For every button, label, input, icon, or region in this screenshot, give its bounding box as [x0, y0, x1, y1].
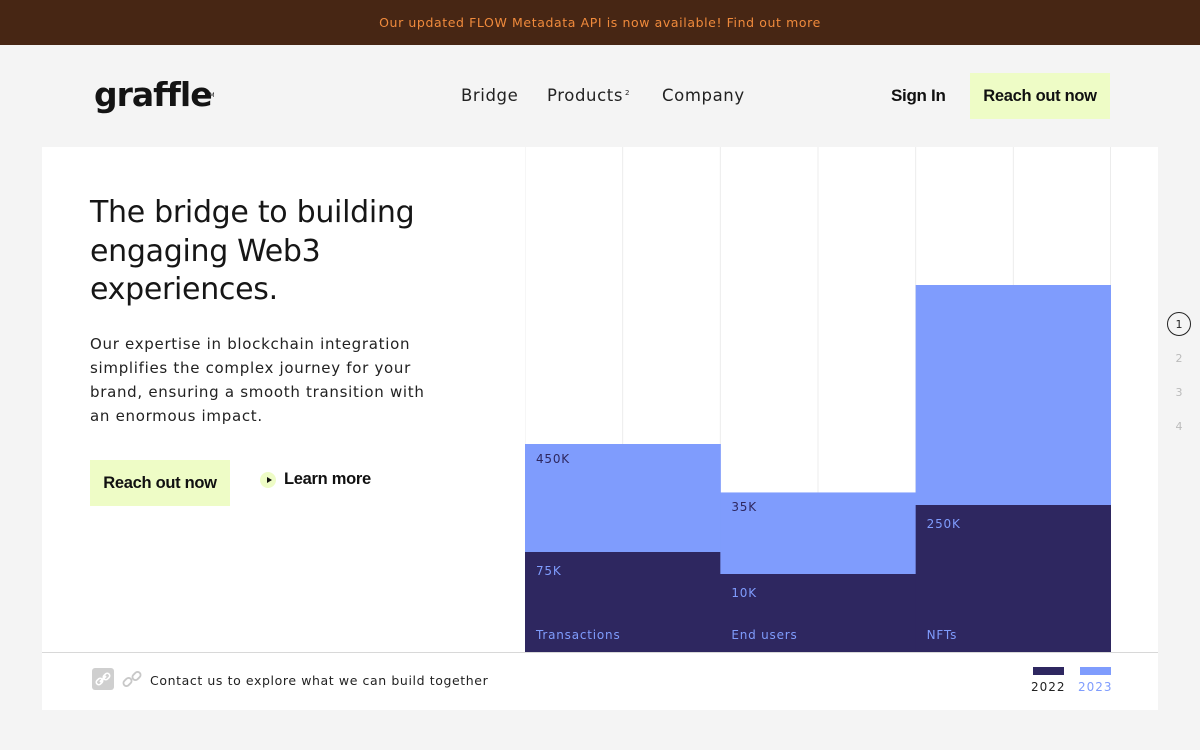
legend-label-2023: 2023 — [1078, 680, 1113, 694]
learn-more-link[interactable]: Learn more — [260, 470, 371, 489]
sign-in-link[interactable]: Sign In — [891, 86, 946, 106]
nav-products-count: 2 — [625, 89, 631, 97]
pager-dot-2[interactable]: 2 — [1167, 346, 1191, 370]
stats-chart: 450K 75K Transactions 35K 10K End users 250K NF… — [525, 147, 1111, 652]
nav-products[interactable]: Products 2 — [547, 86, 630, 105]
nav-bridge-label[interactable]: Bridge — [461, 86, 518, 105]
graffle-logo[interactable]: graffle TM — [94, 78, 215, 111]
card-divider — [42, 652, 1158, 653]
pager-dot-1[interactable]: 1 — [1167, 312, 1191, 336]
contact-text: Contact us to explore what we can build … — [150, 673, 489, 688]
banner-text[interactable]: Our updated FLOW Metadata API is now ava… — [379, 15, 821, 30]
hero-headline: The bridge to building engaging Web3 exp… — [90, 195, 415, 307]
learn-more-label: Learn more — [284, 470, 371, 488]
category-label: End users — [731, 628, 797, 642]
hero-card: The bridge to building engaging Web3 exp… — [42, 147, 1158, 710]
nav-products-label[interactable]: Products — [547, 86, 623, 105]
nav-company[interactable]: Company — [662, 86, 745, 105]
legend-item-2022: 2022 — [1031, 667, 1066, 694]
pager-dot-3[interactable]: 3 — [1167, 380, 1191, 404]
pager-dot-4[interactable]: 4 — [1167, 414, 1191, 438]
announcement-banner[interactable]: Our updated FLOW Metadata API is now ava… — [0, 0, 1200, 45]
header-reach-out-button[interactable]: Reach out now — [970, 73, 1110, 119]
data-label-2022: 75K — [536, 564, 562, 578]
data-label-2023: 35K — [731, 500, 757, 514]
slide-pager: 1 2 3 4 — [1167, 312, 1191, 448]
hero-reach-out-button[interactable]: Reach out now — [90, 460, 230, 506]
category-label: Transactions — [535, 628, 621, 642]
data-label-2022: 250K — [927, 517, 961, 531]
play-icon — [260, 471, 276, 488]
legend-swatch-2023 — [1079, 667, 1111, 675]
data-label-2023: 450K — [536, 452, 570, 466]
chart-svg: 450K 75K Transactions 35K 10K End users 250K NF… — [525, 147, 1111, 652]
data-label-2022: 10K — [731, 586, 757, 600]
nav-company-label[interactable]: Company — [662, 86, 745, 105]
chain-link-icon[interactable] — [121, 668, 143, 690]
legend-label-2022: 2022 — [1031, 680, 1066, 694]
bar-2023-nfts — [915, 285, 1111, 505]
link-icon[interactable] — [92, 668, 114, 690]
legend-item-2023: 2023 — [1078, 667, 1113, 694]
hero-description: Our expertise in blockchain integration … — [90, 335, 425, 425]
nav-bridge[interactable]: Bridge — [461, 86, 518, 105]
legend-swatch-2022 — [1032, 667, 1064, 675]
category-label: NFTs — [927, 628, 957, 642]
